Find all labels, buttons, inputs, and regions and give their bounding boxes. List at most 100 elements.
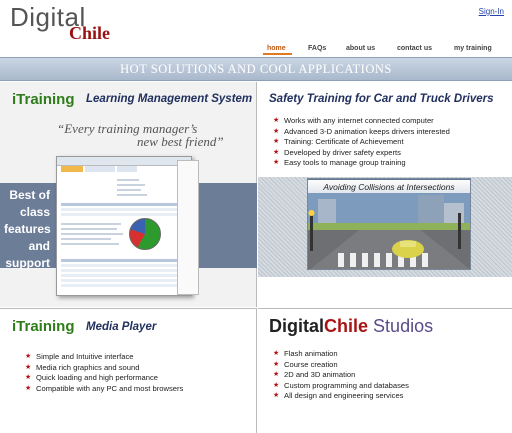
star-icon: ★ (25, 384, 32, 392)
screenshot-tab (61, 166, 83, 172)
banner-text: HOT SOLUTIONS AND COOL APPLICATIONS (120, 62, 392, 76)
safety-bullet-list: ★ Works with any internet connected compu… (272, 116, 450, 169)
nav-about-us[interactable]: about us (346, 45, 375, 52)
list-item: ★ Compatible with any PC and most browser… (24, 384, 183, 395)
star-icon: ★ (25, 363, 32, 371)
star-icon: ★ (273, 159, 280, 166)
list-item: ★ Developed by driver safety experts (272, 148, 450, 159)
bullet-text: Training: Certificate of Achievement (284, 137, 404, 146)
bullet-text: Works with any internet connected comput… (284, 116, 434, 125)
safety-title[interactable]: Safety Training for Car and Truck Driver… (269, 93, 494, 105)
screenshot-line (61, 228, 117, 230)
star-icon: ★ (273, 117, 280, 124)
bullet-text: Easy tools to manage group training (284, 158, 406, 167)
logo-chile[interactable]: Chile (69, 23, 110, 44)
player-brand[interactable]: iTraining (12, 318, 75, 335)
nav-my-training[interactable]: my training (454, 45, 492, 52)
bullet-text: Course creation (284, 359, 338, 369)
star-icon: ★ (273, 350, 280, 357)
star-icon: ★ (273, 392, 280, 399)
banner: HOT SOLUTIONS AND COOL APPLICATIONS (0, 57, 512, 81)
nav-home[interactable]: home (267, 45, 286, 52)
stripe-line: features (4, 222, 51, 236)
bullet-text: Quick loading and high performance (36, 373, 158, 382)
bullet-text: Simple and Intuitive interface (36, 352, 134, 361)
star-icon: ★ (25, 374, 32, 381)
site-header: Digital Chile Sign-In (0, 0, 512, 44)
screenshot-tab (85, 166, 115, 172)
screenshot-pie-chart (129, 218, 161, 250)
list-item: ★ All design and engineering services (272, 391, 409, 402)
list-item: ★ Media rich graphics and sound (24, 363, 183, 374)
list-item: ★ Custom programming and databases (272, 381, 409, 392)
screenshot-line (61, 223, 121, 225)
screenshot-table-header (61, 259, 189, 262)
screenshot-table-row (61, 213, 189, 216)
nav-contact-us[interactable]: contact us (397, 45, 432, 52)
intersection-video[interactable]: Avoiding Collisions at Intersections (307, 178, 471, 270)
star-icon: ★ (273, 360, 280, 368)
list-item: ★ Easy tools to manage group training (272, 158, 450, 169)
lms-brand[interactable]: iTraining (12, 91, 75, 108)
lms-dashboard-screenshot[interactable] (56, 156, 192, 296)
star-icon: ★ (273, 381, 280, 389)
bullet-text: All design and engineering services (284, 391, 404, 400)
screenshot-table-header (61, 203, 189, 206)
star-icon: ★ (273, 148, 280, 156)
list-item: ★ Flash animation (272, 349, 409, 360)
screenshot-table-row (61, 208, 189, 211)
lms-title[interactable]: Learning Management System (86, 93, 252, 105)
screenshot-line (117, 184, 145, 186)
studios-word-digital: Digital (269, 316, 325, 336)
nav-active-indicator (263, 53, 292, 55)
stripe-line: Best of (9, 188, 50, 202)
sign-in-link[interactable]: Sign-In (479, 7, 504, 16)
studios-bullet-list: ★ Flash animation ★ Course creation ★ 2D an… (272, 349, 409, 402)
bullet-text: Compatible with any PC and most browsers (36, 383, 184, 393)
list-item: ★ 2D and 3D animation (272, 370, 409, 381)
studios-word-chile: Chile (324, 316, 369, 336)
studios-title[interactable]: DigitalChile Studios (269, 316, 433, 337)
screenshot-table-row (61, 269, 189, 272)
screenshot-table-row (61, 279, 189, 282)
list-item: ★ Advanced 3-D animation keeps drivers in… (272, 127, 450, 138)
main-nav: home FAQs about us contact us my trainin… (0, 44, 512, 57)
bullet-text: Developed by driver safety experts (284, 147, 401, 157)
player-title[interactable]: Media Player (86, 321, 156, 333)
video-title: Avoiding Collisions at Intersections (308, 180, 470, 194)
intersection-scene-image (308, 193, 470, 269)
screenshot-line (117, 179, 139, 181)
features-stripe-text: Best of class features and support (4, 187, 51, 272)
list-item: ★ Works with any internet connected compu… (272, 116, 450, 127)
screenshot-table-row (61, 284, 189, 287)
stripe-line: class (19, 205, 50, 219)
screenshot-table-row (61, 274, 189, 277)
screenshot-side-panel (177, 160, 199, 295)
star-icon: ★ (25, 353, 32, 360)
stripe-line: support (5, 256, 50, 270)
screenshot-titlebar (57, 157, 191, 166)
bullet-text: Advanced 3-D animation keeps drivers int… (284, 126, 450, 136)
star-icon: ★ (273, 127, 280, 135)
screenshot-line (117, 194, 147, 196)
screenshot-table-row (61, 264, 189, 267)
list-item: ★ Simple and Intuitive interface (24, 352, 183, 363)
screenshot-line (61, 233, 123, 235)
stripe-line: and (28, 239, 50, 253)
bullet-text: 2D and 3D animation (284, 370, 356, 379)
screenshot-line (61, 238, 111, 240)
nav-faqs[interactable]: FAQs (308, 45, 326, 52)
lms-quote-line2: new best friend” (137, 134, 224, 149)
screenshot-line (61, 243, 119, 245)
star-icon: ★ (273, 138, 280, 145)
screenshot-tab (117, 166, 137, 172)
list-item: ★ Training: Certificate of Achievement (272, 137, 450, 148)
list-item: ★ Course creation (272, 360, 409, 371)
list-item: ★ Quick loading and high performance (24, 373, 183, 384)
bullet-text: Media rich graphics and sound (36, 362, 140, 372)
bullet-text: Custom programming and databases (284, 380, 409, 390)
screenshot-line (117, 189, 141, 191)
player-bullet-list: ★ Simple and Intuitive interface ★ Media r… (24, 352, 183, 394)
bullet-text: Flash animation (284, 349, 338, 358)
studios-word-studios: Studios (373, 316, 434, 336)
